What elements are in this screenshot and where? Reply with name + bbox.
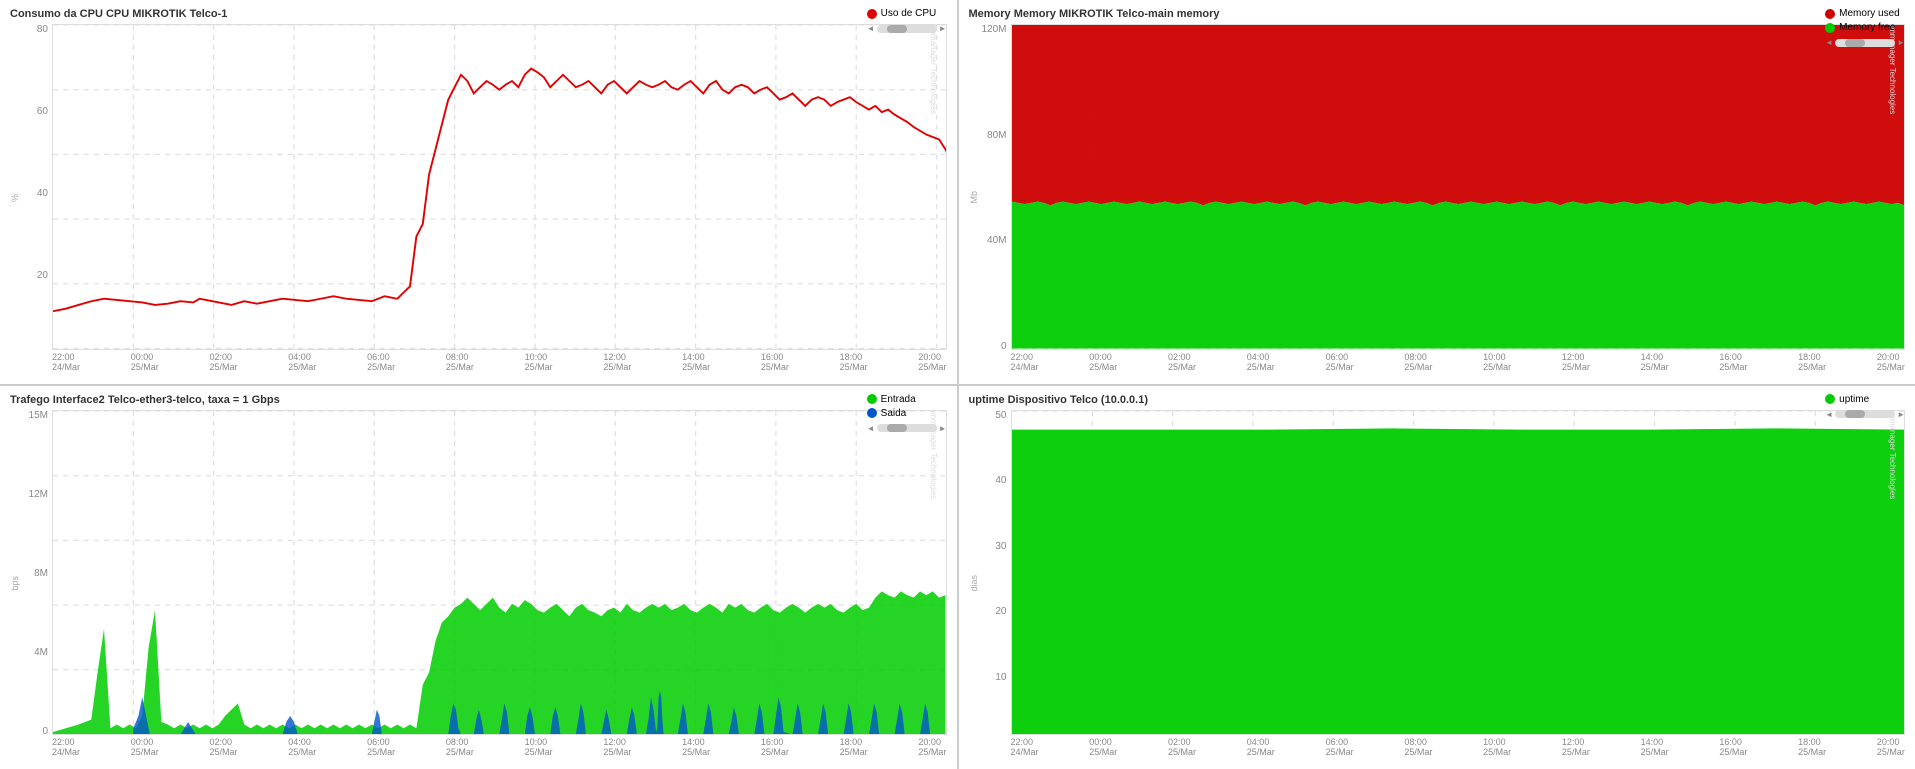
saida-label: Saida: [881, 408, 907, 419]
memory-legend: Memory used Memory free ◄ ►: [1825, 8, 1905, 47]
uptime-title: uptime Dispositivo Telco (10.0.0.1): [969, 394, 1906, 406]
cpu-legend-dot: [867, 9, 877, 19]
memory-scrollbar[interactable]: ◄ ►: [1825, 38, 1905, 47]
uptime-dot: [1825, 394, 1835, 404]
cpu-scroll-left[interactable]: ◄: [867, 24, 875, 33]
cpu-x-axis: 22:0024/Mar 00:0025/Mar 02:0025/Mar 04:0…: [52, 350, 947, 372]
memory-used-label: Memory used: [1839, 8, 1900, 19]
cpu-legend: Uso de CPU ◄ ►: [867, 8, 947, 33]
memory-legend-free: Memory free: [1825, 22, 1905, 33]
traffic-scroll-left[interactable]: ◄: [867, 424, 875, 433]
memory-chart-wrapper: Powered by Telecommanager Technologies 2…: [1011, 24, 1906, 372]
memory-free-label: Memory free: [1839, 22, 1895, 33]
uptime-chart-canvas: Powered by Telecommanager Technologies: [1011, 410, 1906, 736]
memory-chart-canvas: Powered by Telecommanager Technologies: [1011, 24, 1906, 350]
uptime-scrollbar-thumb: [1845, 410, 1865, 418]
cpu-legend-label: Uso de CPU: [881, 8, 937, 19]
cpu-legend-item: Uso de CPU: [867, 8, 947, 19]
memory-title: Memory Memory MIKROTIK Telco-main memory: [969, 8, 1906, 20]
memory-panel: Memory Memory MIKROTIK Telco-main memory…: [959, 0, 1915, 384]
uptime-x-axis: 22:0024/Mar 00:0025/Mar 02:0025/Mar 04:0…: [1011, 735, 1906, 757]
traffic-y-axis: 15M 12M 8M 4M 0: [22, 410, 52, 758]
traffic-scrollbar-track[interactable]: [877, 424, 937, 432]
memory-y-axis: 120M 80M 40M 0: [981, 24, 1011, 372]
traffic-legend-entrada: Entrada: [867, 394, 947, 405]
dashboard-grid: Consumo da CPU CPU MIKROTIK Telco-1 % 80…: [0, 0, 1915, 769]
uptime-legend-item: uptime: [1825, 394, 1905, 405]
uptime-label: uptime: [1839, 394, 1869, 405]
uptime-scrollbar-track[interactable]: [1835, 410, 1895, 418]
memory-scrollbar-track[interactable]: [1835, 39, 1895, 47]
memory-scroll-left[interactable]: ◄: [1825, 38, 1833, 47]
memory-legend-used: Memory used: [1825, 8, 1905, 19]
memory-x-axis: 22:0024/Mar 00:0025/Mar 02:0025/Mar 04:0…: [1011, 350, 1906, 372]
uptime-y-axis: 50 40 30 20 10: [981, 410, 1011, 758]
memory-scroll-right[interactable]: ►: [1897, 38, 1905, 47]
uptime-scroll-right[interactable]: ►: [1897, 410, 1905, 419]
uptime-scrollbar[interactable]: ◄ ►: [1825, 410, 1905, 419]
memory-chart-area: Mb 120M 80M 40M 0: [969, 24, 1906, 372]
traffic-y-label: bps: [10, 576, 20, 591]
cpu-scroll-right[interactable]: ►: [939, 24, 947, 33]
cpu-y-axis: 80 60 40 20: [22, 24, 52, 372]
entrada-label: Entrada: [881, 394, 916, 405]
traffic-scroll-right[interactable]: ►: [939, 424, 947, 433]
memory-y-label: Mb: [969, 191, 979, 204]
cpu-chart-wrapper: Powered by Telecommanager Technologies 2…: [52, 24, 947, 372]
traffic-panel: Trafego Interface2 Telco-ether3-telco, t…: [0, 386, 957, 769]
cpu-powered: Powered by Telecommanager Technologies: [929, 24, 938, 114]
entrada-dot: [867, 394, 877, 404]
memory-scrollbar-thumb: [1845, 39, 1865, 47]
cpu-chart-area: % 80 60 40 20: [10, 24, 947, 372]
traffic-title: Trafego Interface2 Telco-ether3-telco, t…: [10, 394, 947, 406]
traffic-chart-area: bps 15M 12M 8M 4M 0: [10, 410, 947, 758]
traffic-legend-saida: Saida: [867, 408, 947, 419]
cpu-scrollbar-thumb: [887, 25, 907, 33]
cpu-chart-canvas: Powered by Telecommanager Technologies: [52, 24, 947, 350]
uptime-chart-wrapper: Powered by Telecommanager Technologies 2…: [1011, 410, 1906, 758]
uptime-chart-area: dias 50 40 30 20 10: [969, 410, 1906, 758]
traffic-x-axis: 22:0024/Mar 00:0025/Mar 02:0025/Mar 04:0…: [52, 735, 947, 757]
cpu-scrollbar-track[interactable]: [877, 25, 937, 33]
cpu-panel: Consumo da CPU CPU MIKROTIK Telco-1 % 80…: [0, 0, 957, 384]
uptime-powered: Powered by Telecommanager Technologies: [1888, 410, 1897, 500]
memory-free-dot: [1825, 23, 1835, 33]
traffic-legend: Entrada Saida ◄ ►: [867, 394, 947, 433]
cpu-scrollbar[interactable]: ◄ ►: [867, 24, 947, 33]
traffic-scrollbar[interactable]: ◄ ►: [867, 424, 947, 433]
cpu-title: Consumo da CPU CPU MIKROTIK Telco-1: [10, 8, 947, 20]
uptime-panel: uptime Dispositivo Telco (10.0.0.1) dias…: [959, 386, 1915, 769]
uptime-y-label: dias: [969, 575, 979, 592]
memory-used-dot: [1825, 9, 1835, 19]
uptime-legend: uptime ◄ ►: [1825, 394, 1905, 419]
traffic-chart-canvas: Powered by Telecommanager Technologies: [52, 410, 947, 736]
traffic-scrollbar-thumb: [887, 424, 907, 432]
uptime-scroll-left[interactable]: ◄: [1825, 410, 1833, 419]
traffic-chart-wrapper: Powered by Telecommanager Technologies 2…: [52, 410, 947, 758]
cpu-y-label: %: [10, 194, 20, 202]
saida-dot: [867, 408, 877, 418]
